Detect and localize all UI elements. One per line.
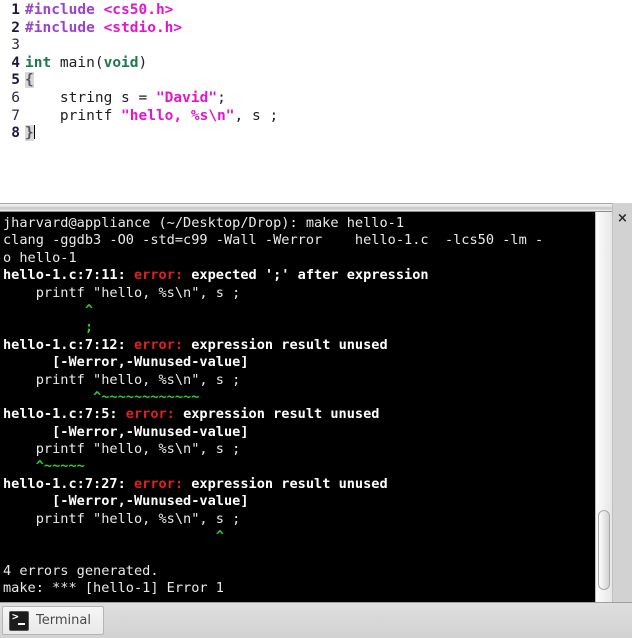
- terminal-text: error:: [133, 267, 192, 284]
- terminal-line: ^: [3, 302, 612, 319]
- code-token: printf: [25, 107, 122, 124]
- terminal-text: hello-1.c:7:12:: [3, 336, 134, 353]
- terminal-text: error:: [133, 336, 192, 353]
- terminal-output: jharvard@appliance (~/Desktop/Drop): mak…: [3, 215, 612, 598]
- code-line: 6 string s = "David";: [0, 90, 632, 108]
- terminal-line: hello-1.c:7:27: error: expression result…: [3, 476, 612, 493]
- terminal-icon: [9, 610, 29, 631]
- terminal-text: [-Werror,-Wunused-value]: [3, 354, 249, 371]
- code-token: {: [25, 72, 34, 89]
- terminal-text: jharvard@appliance (~/Desktop/Drop): mak…: [3, 215, 405, 231]
- code-editor-pane[interactable]: 1 #include <cs50.h> 2 #include <stdio.h> 3 4 i…: [0, 0, 632, 203]
- code-line: 2 #include <stdio.h>: [0, 20, 632, 38]
- terminal-text: clang -ggdb3 -O0 -std=c99 -Wall -Werror …: [3, 232, 544, 249]
- code-token: , s ;: [234, 107, 279, 124]
- terminal-line: ^~~~~~: [3, 458, 612, 475]
- line-number: 2: [11, 19, 20, 36]
- code-line: 4 int main(void): [0, 55, 632, 73]
- terminal-text: ;: [3, 319, 94, 336]
- code-line: 7 printf "hello, %s\n", s ;: [0, 108, 632, 126]
- terminal-line: printf "hello, %s\n", s ;: [3, 372, 612, 389]
- line-number: 5: [11, 72, 20, 89]
- terminal-line: printf "hello, %s\n", s ;: [3, 511, 612, 528]
- terminal-text: hello-1.c:7:27:: [3, 475, 134, 492]
- code-token: "David": [155, 89, 218, 106]
- terminal-text: [-Werror,-Wunused-value]: [3, 423, 249, 440]
- terminal-line: make: *** [hello-1] Error 1: [3, 580, 612, 597]
- terminal-line: [-Werror,-Wunused-value]: [3, 354, 612, 371]
- terminal-text: expression result unused: [191, 336, 388, 353]
- terminal-side-panel: ×: [612, 203, 632, 602]
- code-token: #include: [25, 2, 104, 18]
- terminal-text: ^~~~~~: [3, 458, 85, 475]
- code-token: ;: [217, 89, 226, 106]
- desktop-screen: 1 #include <cs50.h> 2 #include <stdio.h> 3 4 i…: [0, 0, 632, 638]
- code-token: string s =: [25, 89, 156, 106]
- code-token: }: [25, 125, 34, 142]
- terminal-text: error:: [133, 475, 192, 492]
- terminal-line: [-Werror,-Wunused-value]: [3, 424, 612, 441]
- taskbar-item-terminal[interactable]: Terminal: [2, 606, 104, 635]
- terminal-text: ^: [3, 301, 94, 318]
- line-number: 7: [11, 107, 20, 124]
- terminal-line: hello-1.c:7:12: error: expression result…: [3, 337, 612, 354]
- terminal-text: ^: [3, 528, 224, 545]
- terminal-line: ^: [3, 528, 612, 545]
- taskbar: Terminal: [0, 602, 632, 638]
- code-line: 5{: [0, 72, 632, 90]
- terminal-window[interactable]: jharvard@appliance (~/Desktop/Drop): mak…: [0, 212, 612, 602]
- code-token: void: [103, 54, 139, 71]
- terminal-text: error:: [125, 406, 184, 423]
- terminal-line: jharvard@appliance (~/Desktop/Drop): mak…: [3, 215, 612, 232]
- line-number: 1: [11, 2, 20, 18]
- code-token: main(: [51, 54, 104, 71]
- code-line: 8}: [0, 125, 632, 143]
- line-number: 4: [11, 54, 20, 71]
- code-token: ): [138, 54, 148, 71]
- terminal-text: 4 errors generated.: [3, 562, 159, 579]
- terminal-line: ;: [3, 319, 612, 336]
- terminal-text: printf "hello, %s\n", s ;: [3, 441, 241, 458]
- terminal-line: o hello-1: [3, 250, 612, 267]
- terminal-line: printf "hello, %s\n", s ;: [3, 441, 612, 458]
- code-line: 1 #include <cs50.h>: [0, 2, 632, 20]
- code-editor-text[interactable]: 1 #include <cs50.h> 2 #include <stdio.h> 3 4 i…: [0, 2, 632, 143]
- terminal-text: make: *** [hello-1] Error 1: [3, 580, 224, 597]
- terminal-text: expected ';' after expression: [191, 267, 429, 284]
- pane-splitter[interactable]: [0, 203, 632, 222]
- terminal-text: printf "hello, %s\n", s ;: [3, 371, 241, 388]
- terminal-text: ^~~~~~~~~~~~~: [3, 388, 200, 405]
- terminal-line: 4 errors generated.: [3, 563, 612, 580]
- close-icon[interactable]: ×: [615, 211, 630, 226]
- line-number: 8: [11, 125, 20, 142]
- terminal-text: hello-1.c:7:5:: [3, 406, 126, 423]
- code-token: "hello, %s\n": [121, 107, 235, 124]
- line-number: 3: [11, 37, 20, 54]
- terminal-line: hello-1.c:7:11: error: expected ';' afte…: [3, 267, 612, 284]
- code-line: 3: [0, 37, 632, 55]
- code-token: int: [25, 54, 52, 71]
- terminal-line: [-Werror,-Wunused-value]: [3, 493, 612, 510]
- terminal-text: o hello-1: [3, 249, 77, 266]
- terminal-line: printf "hello, %s\n", s ;: [3, 285, 612, 302]
- terminal-line: hello-1.c:7:5: error: expression result …: [3, 406, 612, 423]
- terminal-text: expression result unused: [191, 475, 388, 492]
- terminal-text: hello-1.c:7:11:: [3, 267, 134, 284]
- terminal-scrollbar-thumb[interactable]: [598, 510, 610, 590]
- terminal-text: expression result unused: [183, 406, 380, 423]
- taskbar-item-label: Terminal: [36, 613, 91, 628]
- terminal-line: clang -ggdb3 -O0 -std=c99 -Wall -Werror …: [3, 232, 612, 249]
- line-number: 6: [11, 89, 20, 106]
- code-token: <stdio.h>: [103, 19, 183, 36]
- terminal-scrollbar[interactable]: [595, 212, 612, 602]
- terminal-text: printf "hello, %s\n", s ;: [3, 284, 241, 301]
- code-token: #include: [25, 19, 104, 36]
- code-token: <cs50.h>: [103, 2, 174, 18]
- splitter-grip-icon: [308, 207, 324, 222]
- text-cursor: [33, 125, 35, 140]
- terminal-text: printf "hello, %s\n", s ;: [3, 510, 241, 527]
- terminal-line: ^~~~~~~~~~~~~: [3, 389, 612, 406]
- terminal-text: [-Werror,-Wunused-value]: [3, 493, 249, 510]
